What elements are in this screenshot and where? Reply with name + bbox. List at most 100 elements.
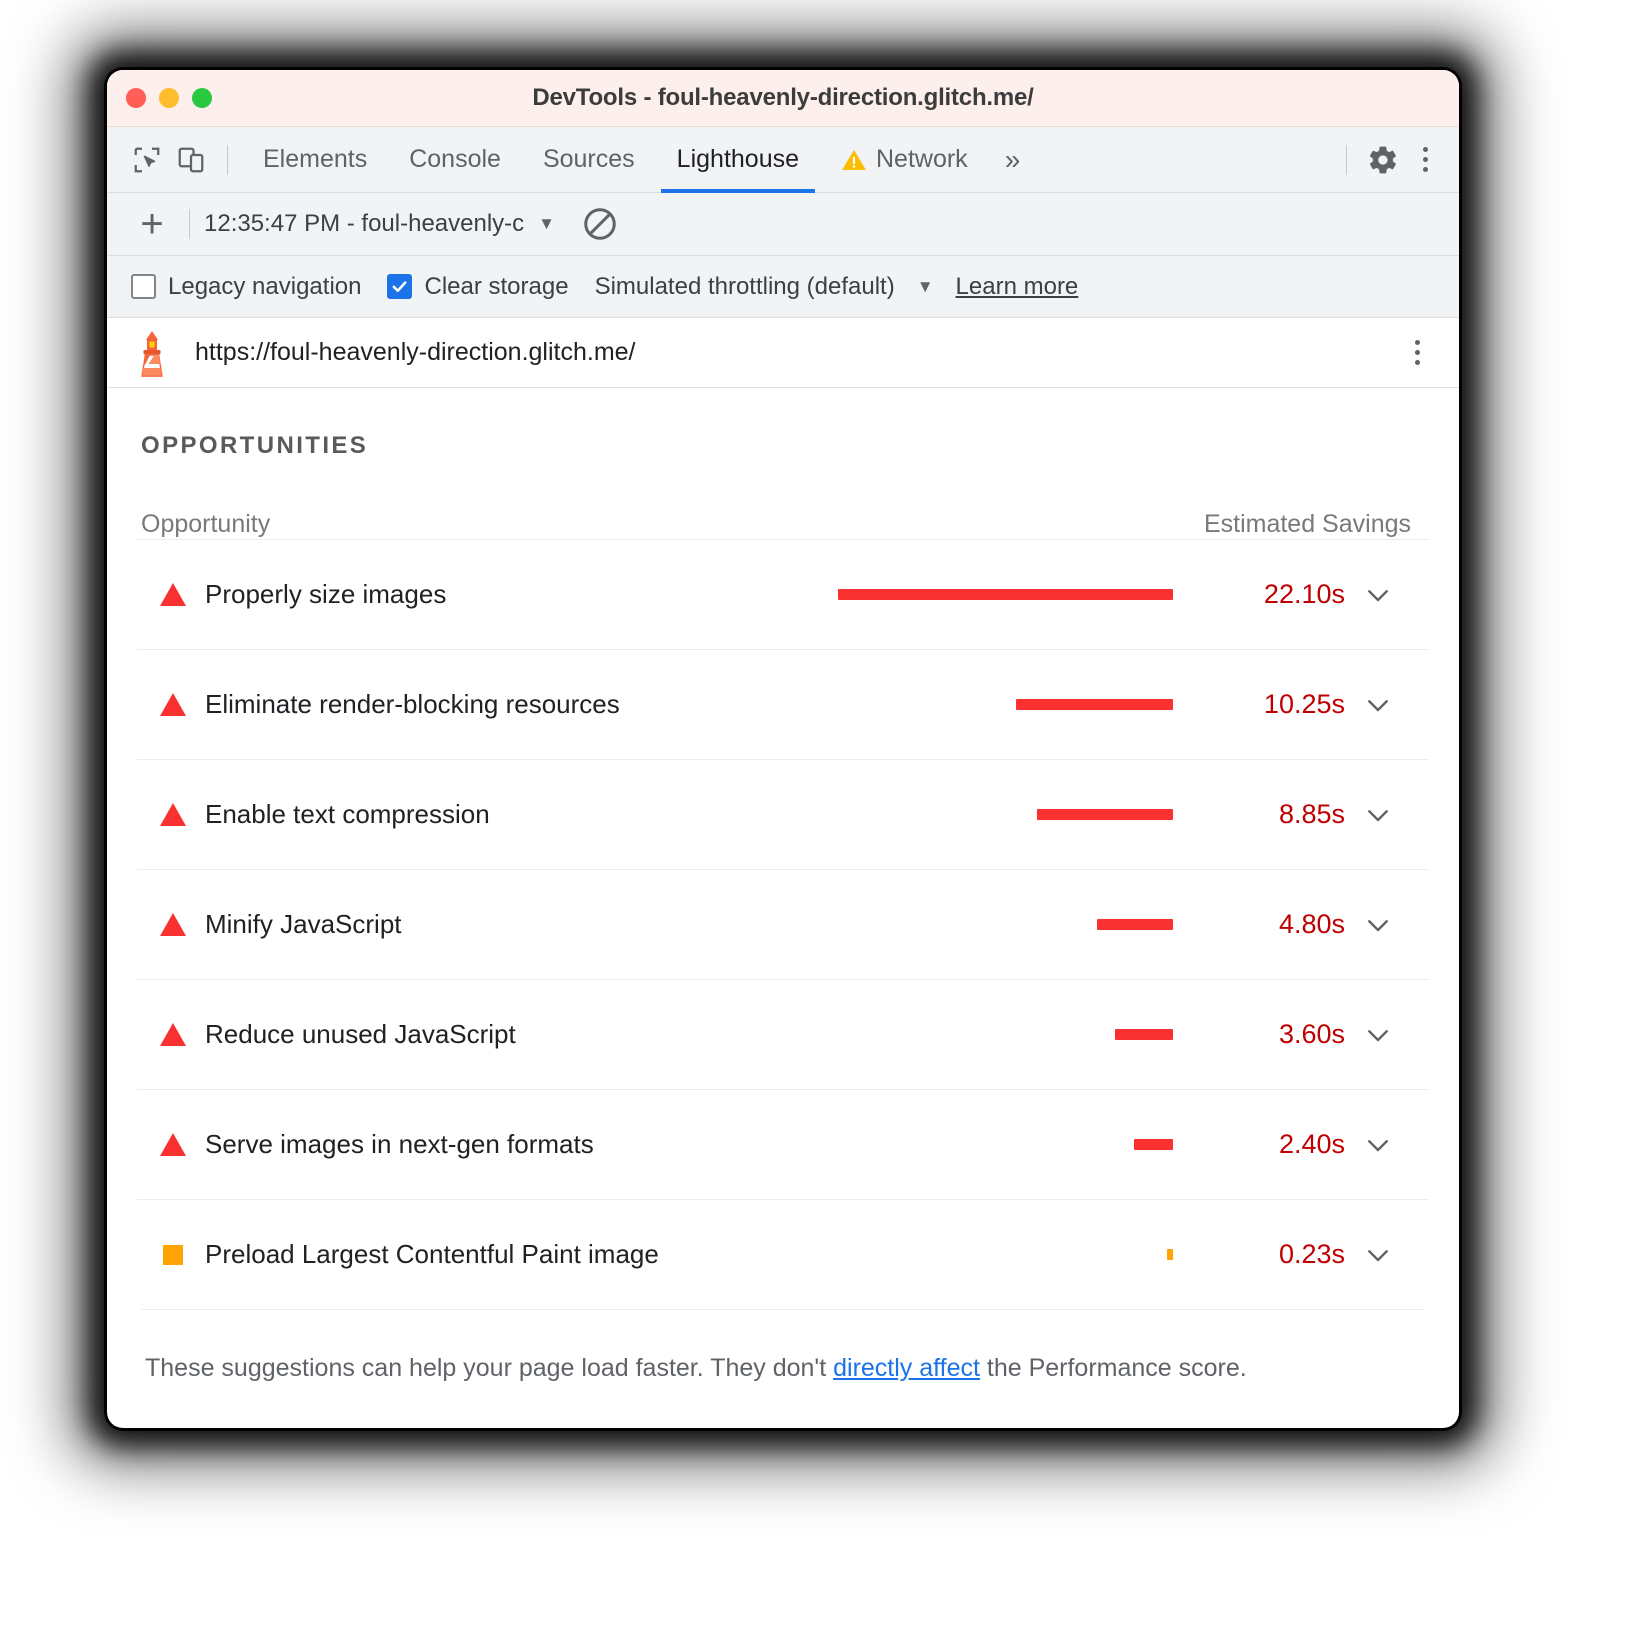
chevron-down-icon[interactable] [1345, 690, 1411, 720]
toolbar-divider [227, 145, 228, 175]
throttling-select[interactable]: Simulated throttling (default) ▼ [595, 273, 934, 301]
savings-value: 8.85s [1195, 799, 1345, 830]
footer-text-before: These suggestions can help your page loa… [145, 1354, 833, 1382]
severity-triangle [159, 802, 187, 827]
devtools-tabstrip: Elements Console Sources Lighthouse [107, 127, 1459, 193]
table-row[interactable]: Minify JavaScript4.80s [137, 869, 1429, 979]
clear-storage-label: Clear storage [424, 273, 568, 301]
clear-storage-checkbox[interactable]: Clear storage [387, 273, 568, 301]
tab-console[interactable]: Console [388, 127, 522, 193]
opportunity-title: Preload Largest Contentful Paint image [205, 1239, 659, 1270]
red-triangle-icon [141, 692, 205, 717]
opportunity-title: Enable text compression [205, 799, 490, 830]
toolbar-divider [189, 209, 190, 239]
chevron-down-icon[interactable] [1345, 1020, 1411, 1050]
severity-triangle [159, 912, 187, 937]
report-select-label: 12:35:47 PM - foul-heavenly-c [204, 210, 524, 238]
chevron-down-icon[interactable] [1345, 1240, 1411, 1270]
table-row[interactable]: Preload Largest Contentful Paint image 0.… [137, 1199, 1429, 1309]
screenshot-root: DevTools - foul-heavenly-direction.glitc… [0, 0, 1648, 1648]
table-row[interactable]: Eliminate render-blocking resources 10.25… [137, 649, 1429, 759]
savings-bar [1134, 1139, 1173, 1150]
report-kebab-menu-icon[interactable] [1397, 331, 1437, 375]
chevron-down-icon[interactable] [1345, 910, 1411, 940]
opportunities-table: Properly size images22.10sEliminate rend… [133, 539, 1433, 1309]
savings-bar-track [446, 589, 1195, 600]
lighthouse-report: OPPORTUNITIES Opportunity Estimated Savi… [107, 388, 1459, 1383]
report-urlbar: https://foul-heavenly-direction.glitch.m… [107, 318, 1459, 388]
opportunity-title: Serve images in next-gen formats [205, 1129, 594, 1160]
severity-triangle [159, 1022, 187, 1047]
severity-triangle [159, 1132, 187, 1157]
tab-label: Sources [543, 145, 635, 174]
opportunity-title: Eliminate render-blocking resources [205, 689, 620, 720]
legacy-navigation-checkbox[interactable]: Legacy navigation [131, 273, 361, 301]
column-header-savings: Estimated Savings [1204, 510, 1411, 539]
checkbox-box [131, 274, 156, 299]
warning-triangle-icon [841, 148, 867, 172]
device-toolbar-icon[interactable] [169, 138, 213, 182]
red-triangle-icon [141, 1132, 205, 1157]
tabstrip-right-tools [1332, 138, 1445, 182]
chevron-down-icon[interactable] [1345, 1130, 1411, 1160]
lighthouse-options-bar: Legacy navigation Clear storage Simulate… [107, 256, 1459, 318]
table-row[interactable]: Properly size images22.10s [137, 539, 1429, 649]
opportunity-title: Properly size images [205, 579, 446, 610]
savings-bar-track [516, 1029, 1195, 1040]
tab-label: Console [409, 145, 501, 174]
savings-bar-track [620, 699, 1195, 710]
tab-sources[interactable]: Sources [522, 127, 656, 193]
column-header-opportunity: Opportunity [141, 510, 270, 539]
throttling-label: Simulated throttling (default) [595, 273, 895, 301]
gear-icon[interactable] [1361, 138, 1405, 182]
red-triangle-icon [141, 802, 205, 827]
report-footer-note: These suggestions can help your page loa… [141, 1309, 1425, 1383]
report-select[interactable]: 12:35:47 PM - foul-heavenly-c ▼ [204, 210, 555, 238]
new-report-button[interactable]: + [129, 204, 175, 244]
checkbox-box-checked [387, 274, 412, 299]
orange-square-icon [141, 1245, 205, 1265]
learn-more-link[interactable]: Learn more [956, 273, 1079, 301]
no-entry-clear-icon[interactable] [581, 205, 619, 243]
savings-value: 2.40s [1195, 1129, 1345, 1160]
savings-bar-track [659, 1249, 1195, 1260]
tab-label: Network [876, 145, 968, 174]
chevron-down-icon[interactable] [1345, 800, 1411, 830]
savings-bar [1016, 699, 1173, 710]
chevron-down-icon: ▼ [917, 277, 934, 297]
severity-square [163, 1245, 183, 1265]
kebab-menu-icon[interactable] [1405, 138, 1445, 182]
more-tabs-icon[interactable]: » [989, 144, 1037, 176]
savings-bar-track [594, 1139, 1195, 1150]
savings-value: 0.23s [1195, 1239, 1345, 1270]
window-title: DevTools - foul-heavenly-direction.glitc… [107, 84, 1459, 112]
table-row[interactable]: Reduce unused JavaScript 3.60s [137, 979, 1429, 1089]
lighthouse-runbar: + 12:35:47 PM - foul-heavenly-c ▼ [107, 193, 1459, 256]
lighthouse-icon [131, 329, 173, 377]
tab-network[interactable]: Network [820, 127, 989, 193]
opportunities-column-headers: Opportunity Estimated Savings [133, 460, 1433, 539]
opportunity-title: Reduce unused JavaScript [205, 1019, 516, 1050]
savings-value: 4.80s [1195, 909, 1345, 940]
legacy-navigation-label: Legacy navigation [168, 273, 361, 301]
inspect-element-icon[interactable] [125, 138, 169, 182]
savings-value: 10.25s [1195, 689, 1345, 720]
severity-triangle [159, 692, 187, 717]
footer-text-after: the Performance score. [980, 1354, 1247, 1382]
window-titlebar: DevTools - foul-heavenly-direction.glitc… [107, 70, 1459, 127]
chevron-down-icon[interactable] [1345, 580, 1411, 610]
devtools-window: DevTools - foul-heavenly-direction.glitc… [107, 70, 1459, 1428]
savings-value: 3.60s [1195, 1019, 1345, 1050]
severity-triangle [159, 582, 187, 607]
tab-elements[interactable]: Elements [242, 127, 388, 193]
red-triangle-icon [141, 582, 205, 607]
directly-affect-link[interactable]: directly affect [833, 1354, 980, 1382]
savings-bar-track [490, 809, 1195, 820]
savings-bar [838, 589, 1173, 600]
red-triangle-icon [141, 912, 205, 937]
tab-lighthouse[interactable]: Lighthouse [656, 127, 820, 193]
table-row[interactable]: Serve images in next-gen formats 2.40s [137, 1089, 1429, 1199]
savings-bar-track [402, 919, 1196, 930]
opportunities-heading: OPPORTUNITIES [133, 388, 1433, 460]
table-row[interactable]: Enable text compression 8.85s [137, 759, 1429, 869]
